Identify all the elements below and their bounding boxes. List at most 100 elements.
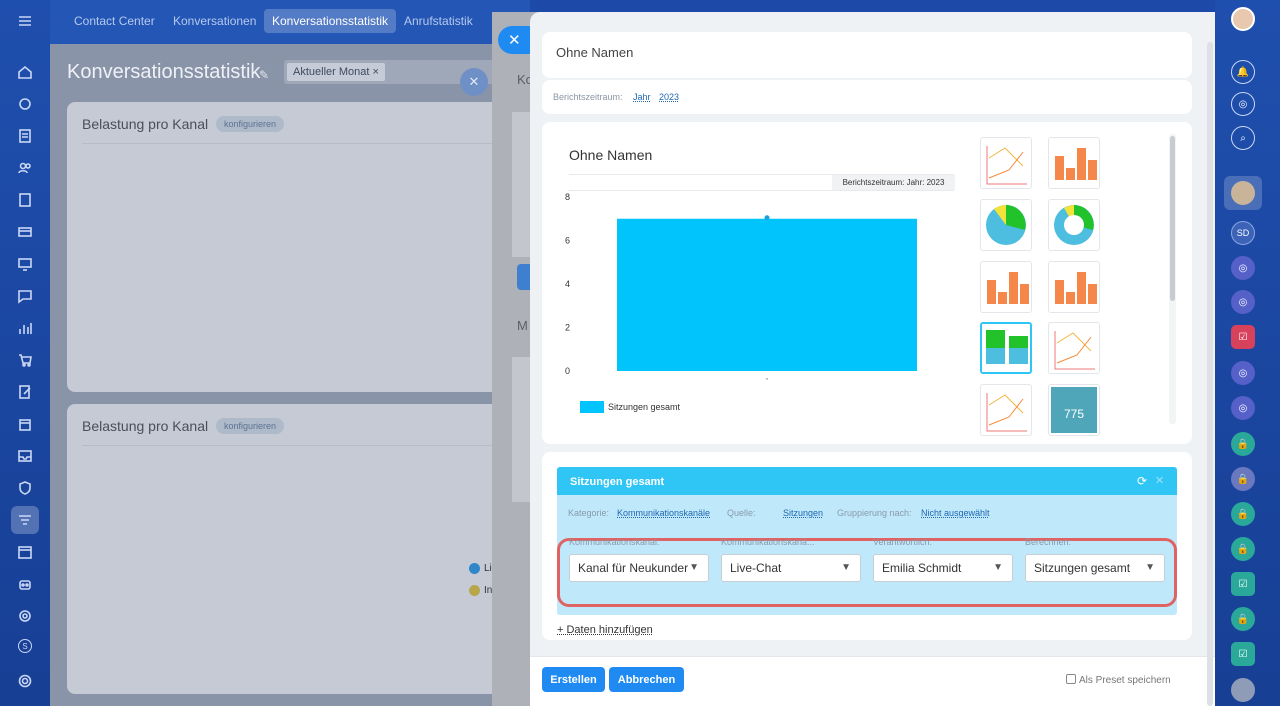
category-link[interactable]: Kommunikationskanäle: [617, 508, 710, 518]
chart-type-bar-thumbnail[interactable]: [1048, 261, 1100, 313]
chart-type-line-thumbnail[interactable]: [980, 384, 1032, 436]
filter-chip[interactable]: Aktueller Monat ×: [287, 63, 385, 81]
dataset-title: Sitzungen gesamt: [570, 476, 665, 488]
channel-icon-1[interactable]: ◎: [1231, 256, 1255, 280]
calculate-dropdown[interactable]: Sitzungen gesamt ▼: [1025, 554, 1165, 582]
chart-type-pie-thumbnail[interactable]: [980, 199, 1032, 251]
y-tick-label: 8: [565, 192, 570, 202]
background-page: Konversationsstatistik ✎ Aktueller Monat…: [50, 44, 542, 706]
period-unit-link[interactable]: Jahr: [633, 92, 651, 102]
behind-letter-2: M: [517, 318, 528, 333]
lock-icon-4[interactable]: 🔒: [1231, 537, 1255, 561]
chart-card: Ohne Namen Berichtszeitraum: Jahr: 2023 …: [542, 122, 1192, 444]
channel-type-dropdown[interactable]: Live-Chat ▼: [721, 554, 861, 582]
card-icon[interactable]: [16, 223, 34, 241]
feed-icon[interactable]: [16, 95, 34, 113]
category-label: Kategorie:: [568, 508, 610, 518]
channel-icon-2[interactable]: ◎: [1231, 290, 1255, 314]
channel-icon-4[interactable]: ◎: [1231, 396, 1255, 420]
y-tick-label: 4: [565, 279, 570, 289]
calendar-icon[interactable]: [16, 543, 34, 561]
lock-icon-1[interactable]: 🔒: [1231, 432, 1255, 456]
documents-icon[interactable]: [16, 191, 34, 209]
source-link[interactable]: Sitzungen: [783, 508, 823, 518]
grouping-link[interactable]: Nicht ausgewählt: [921, 508, 990, 518]
period-year-link[interactable]: 2023: [659, 92, 679, 102]
top-nav: Contact Center Konversationen Konversati…: [50, 0, 530, 44]
cancel-button[interactable]: Abbrechen: [609, 667, 684, 692]
chat-icon[interactable]: [16, 287, 34, 305]
add-data-link[interactable]: + Daten hinzufügen: [557, 624, 653, 636]
refresh-icon[interactable]: ⟳: [1137, 474, 1147, 488]
bell-icon[interactable]: 🔔: [1231, 60, 1255, 84]
panel-1-configure[interactable]: konfigurieren: [216, 116, 285, 132]
legend-label: Sitzungen gesamt: [608, 402, 681, 412]
robot-icon[interactable]: [16, 575, 34, 593]
lock-icon-5[interactable]: 🔒: [1231, 607, 1255, 631]
pulse-icon[interactable]: ◎: [1231, 92, 1255, 116]
panel-1-title: Belastung pro Kanal: [82, 116, 209, 132]
store-icon[interactable]: [16, 415, 34, 433]
analytics-icon[interactable]: [16, 319, 34, 337]
chart-type-line-thumbnail[interactable]: [980, 137, 1032, 189]
shield-icon[interactable]: [16, 479, 34, 497]
tab-contact-center[interactable]: Contact Center: [66, 9, 163, 33]
lock-icon-3[interactable]: 🔒: [1231, 502, 1255, 526]
edit-title-icon[interactable]: ✎: [259, 68, 269, 82]
screen-icon[interactable]: [16, 255, 34, 273]
chart-type-number-thumbnail[interactable]: 775: [1048, 384, 1100, 436]
cart-icon[interactable]: [16, 351, 34, 369]
chevron-down-icon: ▼: [689, 562, 699, 573]
bar[interactable]: [617, 218, 917, 371]
channel-icon-3[interactable]: ◎: [1231, 361, 1255, 385]
panel-2-configure[interactable]: konfigurieren: [216, 418, 285, 434]
page-title: Konversationsstatistik: [67, 61, 261, 83]
preset-checkbox[interactable]: [1066, 674, 1076, 684]
target-icon[interactable]: [16, 607, 34, 625]
contact-avatar[interactable]: [1231, 181, 1255, 205]
slider-scrollbar[interactable]: [1207, 42, 1213, 706]
responsible-dropdown[interactable]: Emilia Schmidt ▼: [873, 554, 1013, 582]
tab-konversationsstatistik[interactable]: Konversationsstatistik: [264, 9, 397, 33]
check-icon-2[interactable]: ☑: [1231, 642, 1255, 666]
check-icon-1[interactable]: ☑: [1231, 572, 1255, 596]
filter-bar[interactable]: Aktueller Monat ×: [284, 60, 524, 84]
svg-text:775: 775: [1064, 407, 1084, 421]
filter-icon[interactable]: [11, 506, 39, 534]
report-name-input[interactable]: [556, 45, 1156, 60]
create-button[interactable]: Erstellen: [542, 667, 605, 692]
edit-document-icon[interactable]: [16, 383, 34, 401]
report-name-card: [542, 32, 1192, 78]
user-avatar[interactable]: [1231, 7, 1255, 31]
panel-2-title: Belastung pro Kanal: [82, 418, 209, 434]
chart-type-stacked-bar-thumbnail[interactable]: [980, 322, 1032, 374]
search-chat-icon[interactable]: ⌕: [1231, 126, 1255, 150]
tab-anrufstatistik[interactable]: Anrufstatistik: [396, 9, 481, 33]
channel-dropdown[interactable]: Kanal für Neukunder ▼: [569, 554, 709, 582]
period-card: Berichtszeitraum: Jahr 2023: [542, 80, 1192, 114]
chart-type-donut-thumbnail[interactable]: [1048, 199, 1100, 251]
home-icon[interactable]: [16, 63, 34, 81]
gallery-scrollbar[interactable]: [1169, 134, 1176, 424]
inbox-icon[interactable]: [16, 447, 34, 465]
tasks-icon[interactable]: [16, 127, 34, 145]
tab-konversationen[interactable]: Konversationen: [165, 9, 264, 33]
legend-dot-yellow: [469, 585, 480, 596]
dataset-header: Sitzungen gesamt ⟳ ✕: [557, 467, 1177, 495]
close-dataset-icon[interactable]: ✕: [1155, 474, 1164, 487]
avatar-bottom[interactable]: [1231, 678, 1255, 702]
chevron-down-icon: ▼: [1145, 562, 1155, 573]
sd-avatar[interactable]: SD: [1231, 221, 1255, 245]
task-icon[interactable]: ☑: [1231, 325, 1255, 349]
chart-type-bar-thumbnail[interactable]: [980, 261, 1032, 313]
contacts-icon[interactable]: [16, 159, 34, 177]
close-icon[interactable]: ✕: [460, 68, 488, 96]
x-tick-label: ,: [766, 372, 768, 381]
settings-icon[interactable]: [16, 672, 34, 690]
y-tick-label: 0: [565, 366, 570, 376]
lock-icon-2[interactable]: 🔒: [1231, 467, 1255, 491]
counter-badge: S: [18, 639, 32, 653]
menu-icon[interactable]: [16, 12, 34, 30]
chart-type-bar-thumbnail[interactable]: [1048, 137, 1100, 189]
chart-type-line-thumbnail[interactable]: [1048, 322, 1100, 374]
